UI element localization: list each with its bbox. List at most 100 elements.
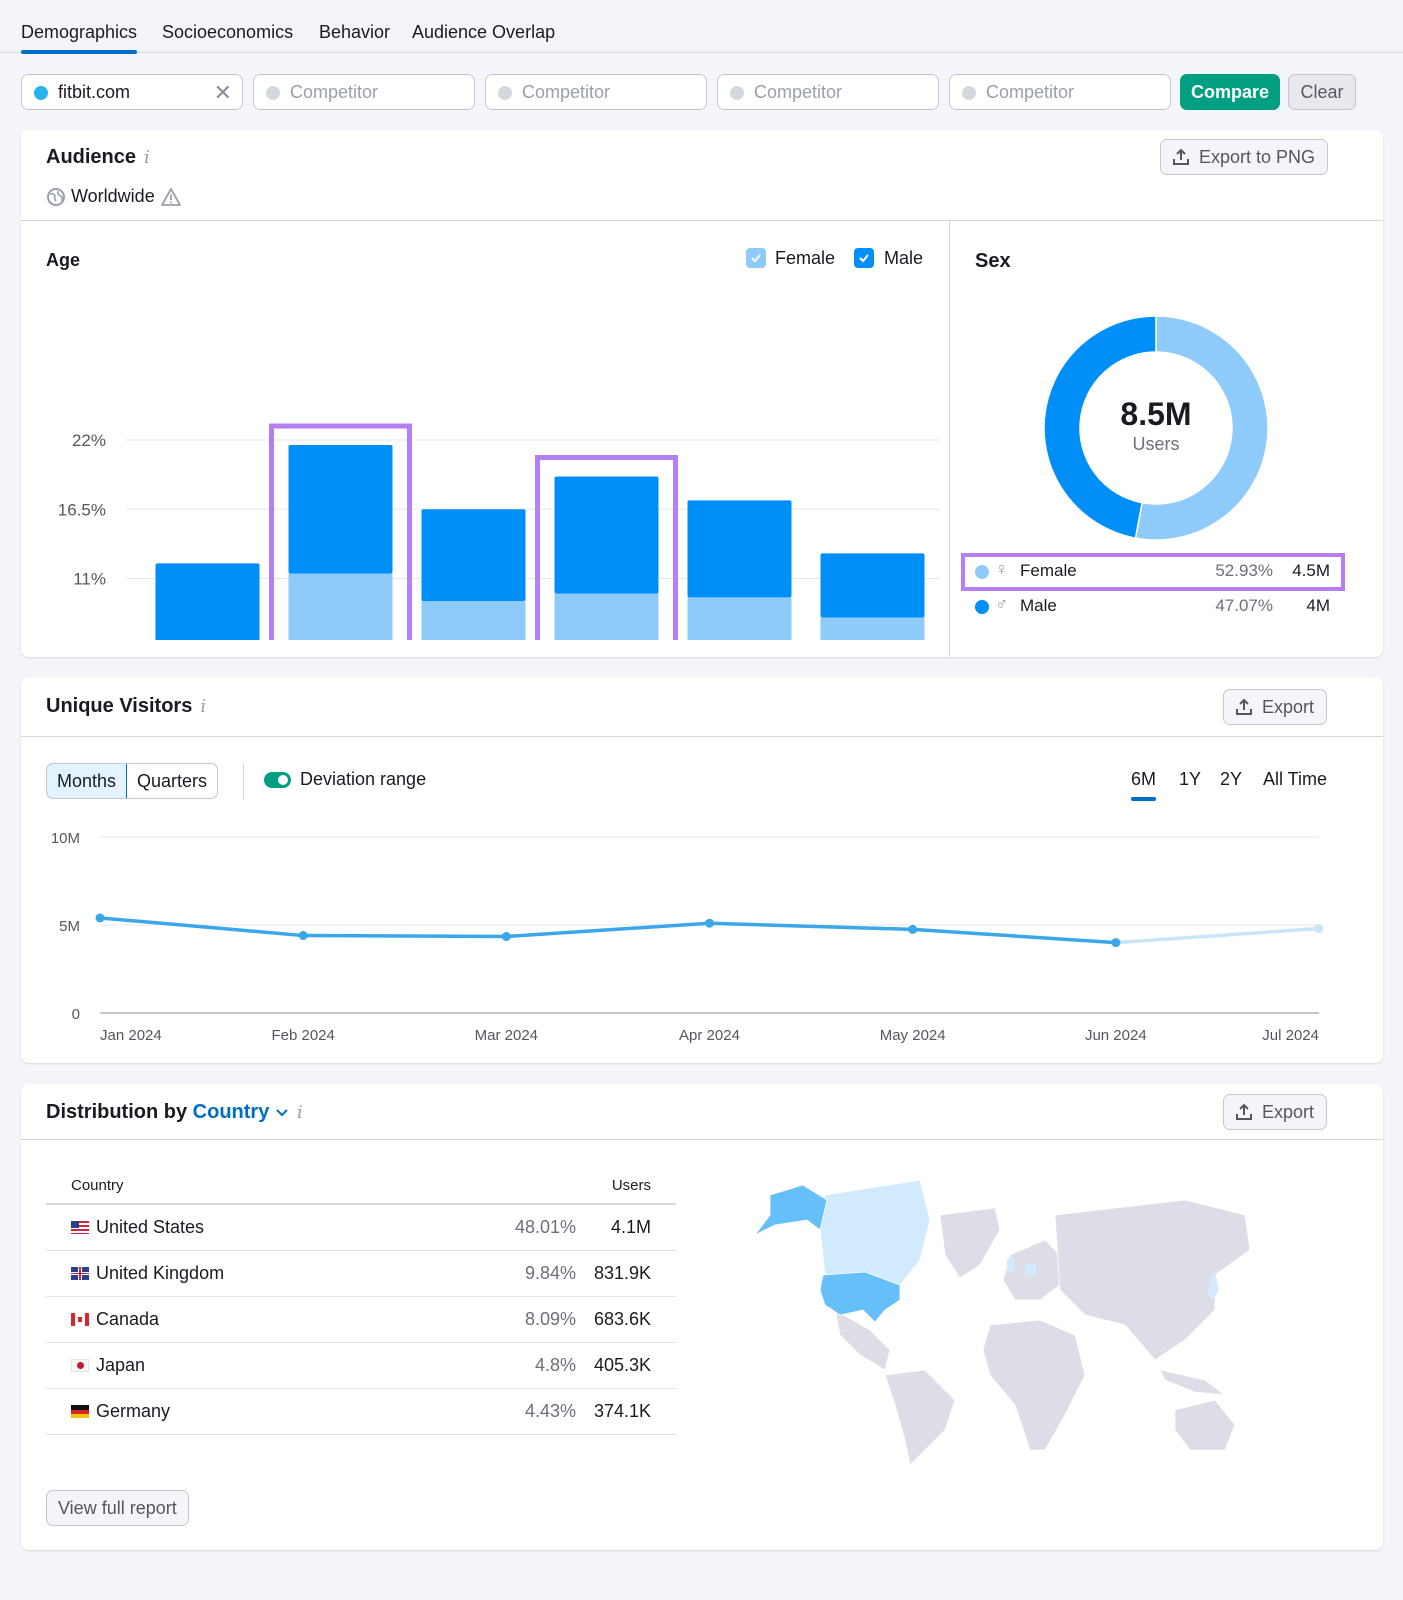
x-tick-label: Apr 2024 [679,1027,740,1044]
male-legend-label: Male [884,248,924,268]
data-point [908,924,918,934]
country-users: 4.1M [576,1204,676,1251]
bar-female [554,593,659,640]
y-tick-label: 5M [59,918,80,935]
donut-total-label: Users [1132,434,1180,454]
map-australia [1174,1399,1236,1451]
range-all-time[interactable]: All Time [1263,769,1327,790]
upload-icon [1236,1103,1252,1120]
table-header: Country Users [46,1168,676,1205]
data-point [298,931,308,941]
upload-icon [1173,148,1189,165]
x-tick-label: Jul 2024 [1262,1027,1319,1044]
export-png-label: Export to PNG [1199,147,1316,167]
region-label: Worldwide [71,186,155,206]
flag-de-icon [71,1404,89,1418]
female-legend-checkbox[interactable] [746,248,766,268]
country-row[interactable]: Japan 4.8% 405.3K [46,1342,676,1389]
data-point [1314,924,1324,934]
info-icon[interactable]: i [200,696,206,717]
country-row[interactable]: United Kingdom 9.84% 831.9K [46,1250,676,1297]
visitors-title-text: Unique Visitors [46,695,193,717]
dimension-dropdown[interactable]: Country [193,1101,289,1123]
flag-us-icon [71,1220,89,1234]
divider [21,220,1383,221]
divider [949,221,950,657]
bar-male [421,509,526,602]
report-tabs: Demographics Socioeconomics Behavior Aud… [0,0,1403,54]
view-full-report-button[interactable]: View full report [46,1490,189,1526]
export-button[interactable]: Export [1223,1094,1328,1130]
info-icon[interactable]: i [297,1102,303,1123]
region-selector: Worldwide [46,186,182,207]
female-symbol-icon: ♀ [995,559,1009,579]
warning-icon[interactable] [160,187,182,207]
months-button[interactable]: Months [47,764,128,798]
range-1y[interactable]: 1Y [1179,769,1201,790]
competitor-input-1[interactable]: Competitor [253,74,475,110]
bar-female [288,573,393,640]
country-users: 405.3K [576,1342,676,1389]
bar-female [421,601,526,640]
x-tick-label: Jan 2024 [100,1027,162,1044]
y-tick-label: 16.5% [58,500,106,519]
competitor-input-3[interactable]: Competitor [717,74,939,110]
domain-color-dot [498,86,512,100]
tab-behavior[interactable]: Behavior [319,22,390,43]
y-tick-label: 5.5% [67,639,106,640]
country-name: Germany [96,1400,171,1421]
competitor-input-4[interactable]: Competitor [949,74,1171,110]
quarters-button[interactable]: Quarters [127,764,217,798]
bar-male [687,500,792,598]
export-png-button[interactable]: Export to PNG [1160,139,1329,175]
info-icon[interactable]: i [144,147,150,168]
male-legend-checkbox[interactable] [854,248,874,268]
country-row[interactable]: Germany 4.43% 374.1K [46,1388,676,1435]
dimension-label: Country [192,1101,270,1123]
y-tick-label: 0 [72,1006,80,1023]
map-mexico-central [834,1309,891,1371]
female-label: Female [1020,561,1077,580]
data-point [705,918,714,928]
export-button[interactable]: Export [1223,689,1328,725]
visitors-title: Unique Visitors i [46,695,206,718]
x-tick-label: Jun 2024 [1085,1027,1147,1044]
globe-icon [47,187,65,206]
range-2y[interactable]: 2Y [1220,769,1242,790]
bar-male [288,445,393,574]
map-south-america [884,1369,956,1466]
range-6m[interactable]: 6M [1131,769,1157,801]
tab-socioeconomics[interactable]: Socioeconomics [162,22,293,43]
country-row[interactable]: United States 48.01% 4.1M [46,1204,676,1251]
map-canada [819,1179,931,1286]
visitors-line-projected [1115,926,1320,945]
clear-domain-icon[interactable]: ✕ [214,80,232,106]
data-point [501,931,511,941]
tab-audience-overlap[interactable]: Audience Overlap [412,22,555,43]
domain-color-dot [266,86,280,100]
audience-card: Audience i Worldwide Export to PNG Age Fe… [21,130,1383,657]
country-users: 831.9K [576,1250,676,1297]
deviation-label: Deviation range [300,769,427,789]
bar-male [820,553,925,618]
country-percent: 4.43% [456,1388,576,1435]
competitor-input-2[interactable]: Competitor [485,74,707,110]
bar-female [687,597,792,640]
competitor-placeholder: Competitor [290,82,379,102]
export-label: Export [1262,697,1315,717]
clear-button[interactable]: Clear [1288,74,1356,110]
deviation-toggle[interactable] [264,772,291,788]
domain-value: fitbit.com [58,82,131,102]
country-name: United Kingdom [96,1262,225,1283]
compare-button[interactable]: Compare [1180,74,1280,110]
domain-input-primary[interactable]: fitbit.com ✕ [21,74,243,110]
country-row[interactable]: Canada 8.09% 683.6K [46,1296,676,1343]
divider [21,1139,1383,1140]
divider [21,736,1383,737]
country-users: 374.1K [576,1388,676,1435]
tab-demographics[interactable]: Demographics [21,22,138,54]
y-tick-label: 10M [51,830,80,847]
female-percent: 52.93% [1215,561,1273,580]
male-dot [975,600,989,614]
flag-gb-icon [71,1266,89,1280]
